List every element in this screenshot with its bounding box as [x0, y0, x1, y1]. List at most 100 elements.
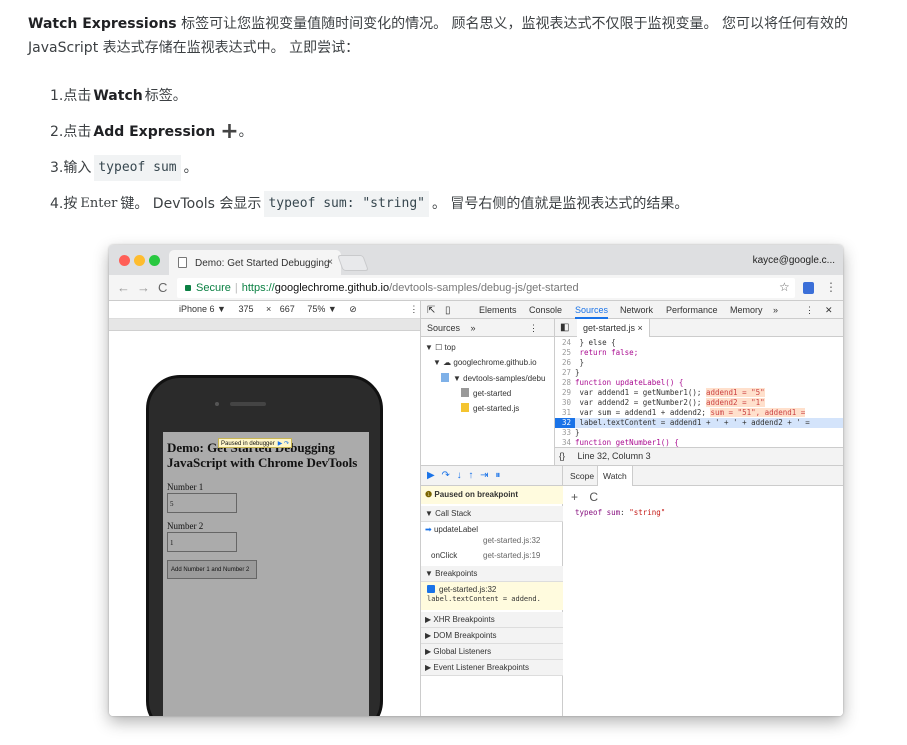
tree-file-js[interactable]: get-started.js: [461, 403, 519, 413]
event-section: ▶ Event Listener Breakpoints: [421, 660, 563, 676]
dom-breakpoints-header[interactable]: ▶ DOM Breakpoints: [421, 628, 563, 644]
phone-screen: Demo: Get Started Debugging JavaScript w…: [163, 432, 369, 716]
browser-tab[interactable]: Demo: Get Started Debugging ×: [169, 250, 341, 275]
browser-screenshot: Demo: Get Started Debugging × kayce@goog…: [109, 245, 843, 716]
tab-performance[interactable]: Performance: [666, 305, 718, 315]
tree-file-html[interactable]: get-started: [461, 388, 511, 398]
step-text: 输入: [63, 160, 92, 176]
resume-step-icon[interactable]: ▶ ↷: [278, 441, 289, 447]
breakpoints-header[interactable]: ▼ Breakpoints: [421, 566, 563, 582]
forward-icon[interactable]: →: [137, 280, 150, 295]
code-line: 30 var addend2 = getNumber2(); addend2 =…: [561, 398, 765, 407]
back-icon[interactable]: ←: [117, 280, 130, 295]
breakpoint-marker[interactable]: 32: [555, 418, 575, 428]
inline-value: sum = "51", addend1 =: [710, 408, 806, 417]
intro-title: Watch Expressions: [28, 16, 177, 32]
tab-network[interactable]: Network: [620, 305, 653, 315]
maximize-window-icon[interactable]: [149, 255, 160, 266]
steps-list: 1. 点击 Watch 标签。 2. 点击 Add Expression + 。…: [50, 78, 688, 222]
reload-icon[interactable]: C: [158, 280, 167, 295]
event-listener-breakpoints-header[interactable]: ▶ Event Listener Breakpoints: [421, 660, 563, 676]
address-bar[interactable]: Secure | https://googlechrome.github.io/de…: [177, 278, 795, 298]
extension-icon[interactable]: [803, 282, 814, 294]
browser-menu-icon[interactable]: ⋮: [825, 280, 837, 294]
step-controls-icon[interactable]: ▶ ↷ ↓ ↑ ⇥ ⏸: [427, 470, 502, 481]
current-frame-icon: ➡: [425, 525, 434, 534]
navigator-menu-icon[interactable]: ⋮: [529, 323, 538, 334]
step-text: 。 冒号右侧的值就是监视表达式的结果。: [431, 196, 689, 212]
step-number: 3.: [50, 160, 64, 176]
device-width[interactable]: 375: [238, 304, 253, 314]
zoom-select[interactable]: 75% ▼: [307, 304, 336, 314]
code-line: 31 var sum = addend1 + addend2; sum = "5…: [561, 408, 806, 417]
tab-watch[interactable]: Watch: [597, 466, 633, 486]
editor-tab-get-started-js[interactable]: get-started.js ×: [577, 319, 650, 337]
watch-expression[interactable]: typeof sum: "string": [575, 508, 665, 517]
intro-paragraph: Watch Expressions 标签可让您监视变量值随时间变化的情况。 顾名…: [28, 12, 888, 60]
call-stack-section: ▼ Call Stack ➡ updateLabel get-started.js…: [421, 506, 563, 564]
tab-scope[interactable]: Scope: [565, 466, 599, 486]
call-frame[interactable]: ➡ updateLabel get-started.js:32: [421, 522, 563, 548]
cursor-position: Line 32, Column 3: [577, 451, 651, 461]
number2-input[interactable]: 1: [167, 532, 237, 552]
device-toggle-icon[interactable]: ▯: [445, 305, 451, 316]
minimize-window-icon[interactable]: [134, 255, 145, 266]
phone-camera: [215, 402, 219, 406]
device-ruler: [109, 319, 420, 331]
xhr-breakpoints-header[interactable]: ▶ XHR Breakpoints: [421, 612, 563, 628]
phone-frame: Demo: Get Started Debugging JavaScript w…: [146, 375, 383, 716]
add-expression-icon[interactable]: +: [571, 490, 578, 504]
device-toolbar: iPhone 6 ▼ 375 × 667 75% ▼ ⊘ ⋮: [109, 301, 420, 319]
debugger-controls: ▶ ↷ ↓ ↑ ⇥ ⏸: [421, 466, 562, 486]
watch-toolbar: + C: [571, 490, 598, 504]
step-number: 4.: [50, 196, 64, 212]
toggle-navigator-icon[interactable]: ◧: [560, 322, 569, 333]
device-select[interactable]: iPhone 6 ▼: [179, 304, 226, 314]
more-tabs-icon[interactable]: »: [773, 305, 778, 315]
tab-console[interactable]: Console: [529, 305, 562, 315]
step-3: 3. 输入 typeof sum 。: [50, 150, 688, 186]
navigator-more-icon[interactable]: »: [471, 323, 476, 333]
close-devtools-icon[interactable]: ✕: [825, 305, 833, 316]
device-height[interactable]: 667: [280, 304, 295, 314]
code-line: 29 var addend1 = getNumber1(); addend1 =…: [561, 388, 765, 397]
navigator-tab-sources[interactable]: Sources: [427, 323, 460, 333]
tab-elements[interactable]: Elements: [479, 305, 517, 315]
xhr-section: ▶ XHR Breakpoints: [421, 612, 563, 628]
devtools-menu-icon[interactable]: ⋮: [805, 305, 814, 316]
inspect-icon[interactable]: ⇱: [427, 305, 435, 316]
global-listeners-header[interactable]: ▶ Global Listeners: [421, 644, 563, 660]
tab-sources[interactable]: Sources: [575, 305, 609, 319]
call-frame[interactable]: onClick get-started.js:19: [421, 548, 563, 564]
folder-icon: [441, 373, 449, 382]
devtools-panel: ⇱ ▯ Elements Console Sources Network Per…: [421, 301, 843, 716]
user-account[interactable]: kayce@google.c...: [753, 255, 835, 266]
inline-value: addend1 = "5": [705, 388, 765, 397]
tree-origin[interactable]: ▼ ☁ googlechrome.github.io: [433, 358, 537, 367]
number1-input[interactable]: 5: [167, 493, 237, 513]
global-section: ▶ Global Listeners: [421, 644, 563, 660]
new-tab-button[interactable]: [337, 255, 369, 271]
close-window-icon[interactable]: [119, 255, 130, 266]
add-expression-icon: +: [220, 119, 239, 144]
breakpoint-item[interactable]: get-started.js:32 label.textContent = ad…: [421, 582, 563, 610]
rotate-icon[interactable]: ⊘: [349, 304, 357, 314]
tab-close-icon[interactable]: ×: [327, 257, 333, 268]
tab-memory[interactable]: Memory: [730, 305, 763, 315]
tree-top[interactable]: ▼ ☐ top: [425, 343, 456, 352]
device-more-icon[interactable]: ⋮: [409, 304, 418, 314]
tree-folder[interactable]: ▼ devtools-samples/debu: [441, 373, 545, 383]
refresh-icon[interactable]: C: [589, 490, 598, 504]
call-stack-header[interactable]: ▼ Call Stack: [421, 506, 563, 522]
paused-overlay: Paused in debugger ▶ ↷: [218, 438, 293, 448]
device-emulation-pane: iPhone 6 ▼ 375 × 667 75% ▼ ⊘ ⋮ Demo: Get…: [109, 301, 421, 716]
step-code: typeof sum: [94, 155, 181, 181]
pretty-print-icon[interactable]: {}: [559, 451, 565, 461]
editor-tab-bar: ◧ get-started.js ×: [555, 319, 843, 337]
scope-watch-pane: Scope Watch + C typeof sum: "string": [563, 465, 843, 716]
bookmark-star-icon[interactable]: ☆: [779, 280, 790, 294]
add-numbers-button[interactable]: Add Number 1 and Number 2: [167, 560, 257, 579]
code-line: 28 function updateLabel() {: [561, 378, 684, 387]
checkbox-icon[interactable]: [427, 585, 435, 593]
number2-label: Number 2: [167, 521, 204, 531]
